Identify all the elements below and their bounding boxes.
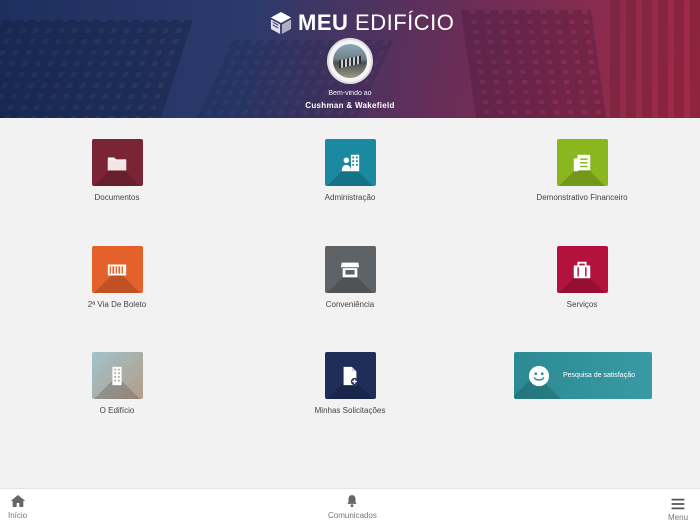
logo-cube-icon	[270, 12, 292, 34]
tile-label: Serviços	[566, 300, 598, 309]
nav-home-label: Início	[8, 511, 28, 520]
store-icon	[340, 262, 360, 277]
bottom-navigation: Início Comunicados Menu	[0, 488, 700, 525]
building-icon	[112, 366, 122, 385]
hamburger-menu-icon	[671, 498, 685, 510]
tile-demonstrativo-financeiro[interactable]: Demonstrativo Financeiro	[502, 139, 662, 202]
header-banner: MEU EDIFÍCIO Bem-vindo ao Cushman & Wake…	[0, 0, 700, 118]
tile-label: Documentos	[94, 193, 140, 202]
tile-label: Minhas Solicitações	[314, 406, 386, 415]
satisfaction-survey-card[interactable]: Pesquisa de satisfação	[514, 352, 652, 399]
welcome-text: Bem-vindo ao	[328, 90, 372, 97]
smiley-icon	[528, 365, 550, 386]
app-logo: MEU EDIFÍCIO	[270, 10, 454, 36]
tile-documentos[interactable]: Documentos	[37, 139, 197, 202]
admin-building-icon	[341, 154, 360, 171]
barcode-icon	[107, 264, 127, 275]
tile-icon-box	[556, 139, 608, 186]
tile-label: O Edifício	[99, 406, 135, 415]
building-photo	[333, 44, 367, 78]
folder-icon	[107, 157, 127, 170]
building-name: Cushman & Wakefield	[305, 101, 395, 110]
tile-icon-box	[324, 139, 376, 186]
building-avatar[interactable]	[327, 38, 373, 84]
tile-servicos[interactable]: Serviços	[502, 246, 662, 309]
app-title: MEU EDIFÍCIO	[298, 10, 455, 35]
tile-label: 2ª Via De Boleto	[87, 300, 147, 309]
home-icon	[10, 495, 25, 507]
tile-label: Demonstrativo Financeiro	[536, 193, 628, 202]
tile-icon-box	[91, 139, 143, 186]
tile-icon-box	[91, 352, 143, 399]
nav-comunicados[interactable]: Comunicados	[328, 494, 377, 520]
add-document-icon	[343, 366, 359, 385]
tile-icon-box	[91, 246, 143, 293]
bell-icon	[347, 495, 358, 508]
briefcase-icon	[573, 261, 591, 278]
tile-icon-box	[556, 246, 608, 293]
nav-menu-label: Menu	[668, 513, 689, 522]
tile-o-edificio[interactable]: O Edifício	[37, 352, 197, 415]
tile-conveniencia[interactable]: Conveniência	[270, 246, 430, 309]
survey-label: Pesquisa de satisfação	[563, 372, 635, 379]
nav-menu[interactable]: Menu	[668, 498, 688, 522]
tile-label: Administração	[324, 193, 376, 202]
nav-home[interactable]: Início	[8, 494, 27, 520]
tile-icon-box	[324, 352, 376, 399]
tile-icon-box	[324, 246, 376, 293]
tile-administracao[interactable]: Administração	[270, 139, 430, 202]
tile-minhas-solicitacoes[interactable]: Minhas Solicitações	[270, 352, 430, 415]
nav-comunicados-label: Comunicados	[328, 511, 377, 520]
tile-2a-via-boleto[interactable]: 2ª Via De Boleto	[37, 246, 197, 309]
tile-label: Conveniência	[325, 300, 375, 309]
document-list-icon	[573, 154, 591, 171]
